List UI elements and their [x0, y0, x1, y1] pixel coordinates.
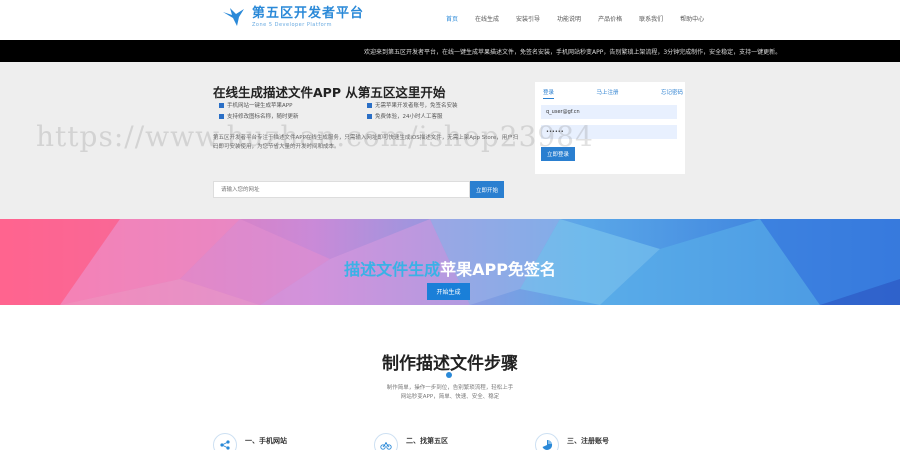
ticker-text: 欢迎来到第五区开发者平台，在线一键生成苹果描述文件，免签名安装，手机网站秒变AP…	[364, 49, 782, 56]
password-field[interactable]	[541, 125, 677, 139]
nav-contact[interactable]: 联系我们	[639, 14, 663, 23]
nav-pricing[interactable]: 产品价格	[598, 14, 622, 23]
feature-label: 免费体验，24小时人工客服	[375, 114, 443, 120]
main-nav: 首页 在线生成 安装引导 功能说明 产品价格 联系我们 帮助中心	[446, 14, 721, 23]
step-title: 三、注册账号	[567, 437, 609, 445]
step-item: 一、手机网站	[213, 433, 287, 450]
username-field[interactable]	[541, 105, 677, 119]
banner-title-rest: 苹果APP免签名	[440, 260, 556, 279]
step-item: 三、注册账号	[535, 433, 609, 450]
login-card: 登录 马上注册 忘记密码 立即登录	[535, 82, 685, 174]
url-search-bar: 立即开始	[213, 181, 504, 198]
banner-title: 描述文件生成苹果APP免签名	[0, 256, 900, 280]
tab-forgot-password[interactable]: 忘记密码	[661, 88, 683, 99]
hero-description: 第五区开发者平台专注于描述文件APP在线生成服务，只需输入网址即可快速生成iOS…	[213, 135, 519, 150]
title-dot	[446, 372, 452, 378]
bike-icon	[374, 433, 398, 450]
step-title: 一、手机网站	[245, 437, 287, 445]
check-icon	[367, 113, 372, 119]
steps-title: 制作描述文件步骤	[382, 354, 518, 374]
tab-login[interactable]: 登录	[543, 88, 555, 99]
check-icon	[367, 102, 372, 108]
feature-item: 手机网站一键生成苹果APP	[219, 101, 292, 109]
login-tabs: 登录 马上注册 忘记密码	[543, 88, 683, 99]
feature-item: 免费体验，24小时人工客服	[367, 112, 443, 120]
check-icon	[219, 113, 224, 119]
promo-banner: 描述文件生成苹果APP免签名 开始生成	[0, 219, 900, 305]
feature-label: 手机网站一键生成苹果APP	[227, 103, 293, 109]
tab-register[interactable]: 马上注册	[596, 88, 618, 99]
step-item: 二、找第五区	[374, 433, 448, 450]
login-button[interactable]: 立即登录	[541, 147, 575, 161]
banner-title-highlight: 描述文件生成	[344, 260, 441, 279]
logo-title: 第五区开发者平台	[252, 5, 365, 21]
generate-button[interactable]: 开始生成	[427, 283, 470, 300]
hero-title: 在线生成描述文件APP 从第五区这里开始	[213, 85, 446, 100]
steps-desc-line: 制作简单，操作一步到位，告别繁琐流程，轻松上手	[386, 385, 514, 391]
steps-desc-line: 网站秒变APP，简单、快速、安全、稳定	[400, 394, 500, 400]
share-icon	[213, 433, 237, 450]
nav-features[interactable]: 功能说明	[557, 14, 581, 23]
logo-subtitle: Zone 5 Developer Platform	[252, 21, 332, 28]
feature-item: 无需苹果开发者账号，免签名安装	[367, 101, 458, 109]
url-input[interactable]	[213, 181, 470, 198]
feature-label: 支持修改图标名称，随时更新	[227, 114, 299, 120]
feature-item: 支持修改图标名称，随时更新	[219, 112, 299, 120]
nav-home[interactable]: 首页	[446, 14, 458, 23]
check-icon	[219, 102, 224, 108]
start-button[interactable]: 立即开始	[470, 181, 504, 198]
nav-help[interactable]: 帮助中心	[680, 14, 704, 23]
nav-install-guide[interactable]: 安装引导	[516, 14, 540, 23]
bird-logo-icon	[223, 8, 244, 26]
steps-description: 制作简单，操作一步到位，告别繁琐流程，轻松上手 网站秒变APP，简单、快速、安全…	[360, 384, 540, 402]
site-header: 第五区开发者平台 Zone 5 Developer Platform 首页 在线…	[0, 0, 900, 40]
step-title: 二、找第五区	[406, 437, 448, 445]
feature-label: 无需苹果开发者账号，免签名安装	[375, 103, 458, 109]
announcement-ticker: 欢迎来到第五区开发者平台，在线一键生成苹果描述文件，免签名安装，手机网站秒变AP…	[0, 40, 900, 62]
nav-generate[interactable]: 在线生成	[475, 14, 499, 23]
chart-icon	[535, 433, 559, 450]
site-logo[interactable]: 第五区开发者平台 Zone 5 Developer Platform	[222, 6, 364, 28]
hero-section: 在线生成描述文件APP 从第五区这里开始 手机网站一键生成苹果APP 无需苹果开…	[0, 62, 900, 219]
